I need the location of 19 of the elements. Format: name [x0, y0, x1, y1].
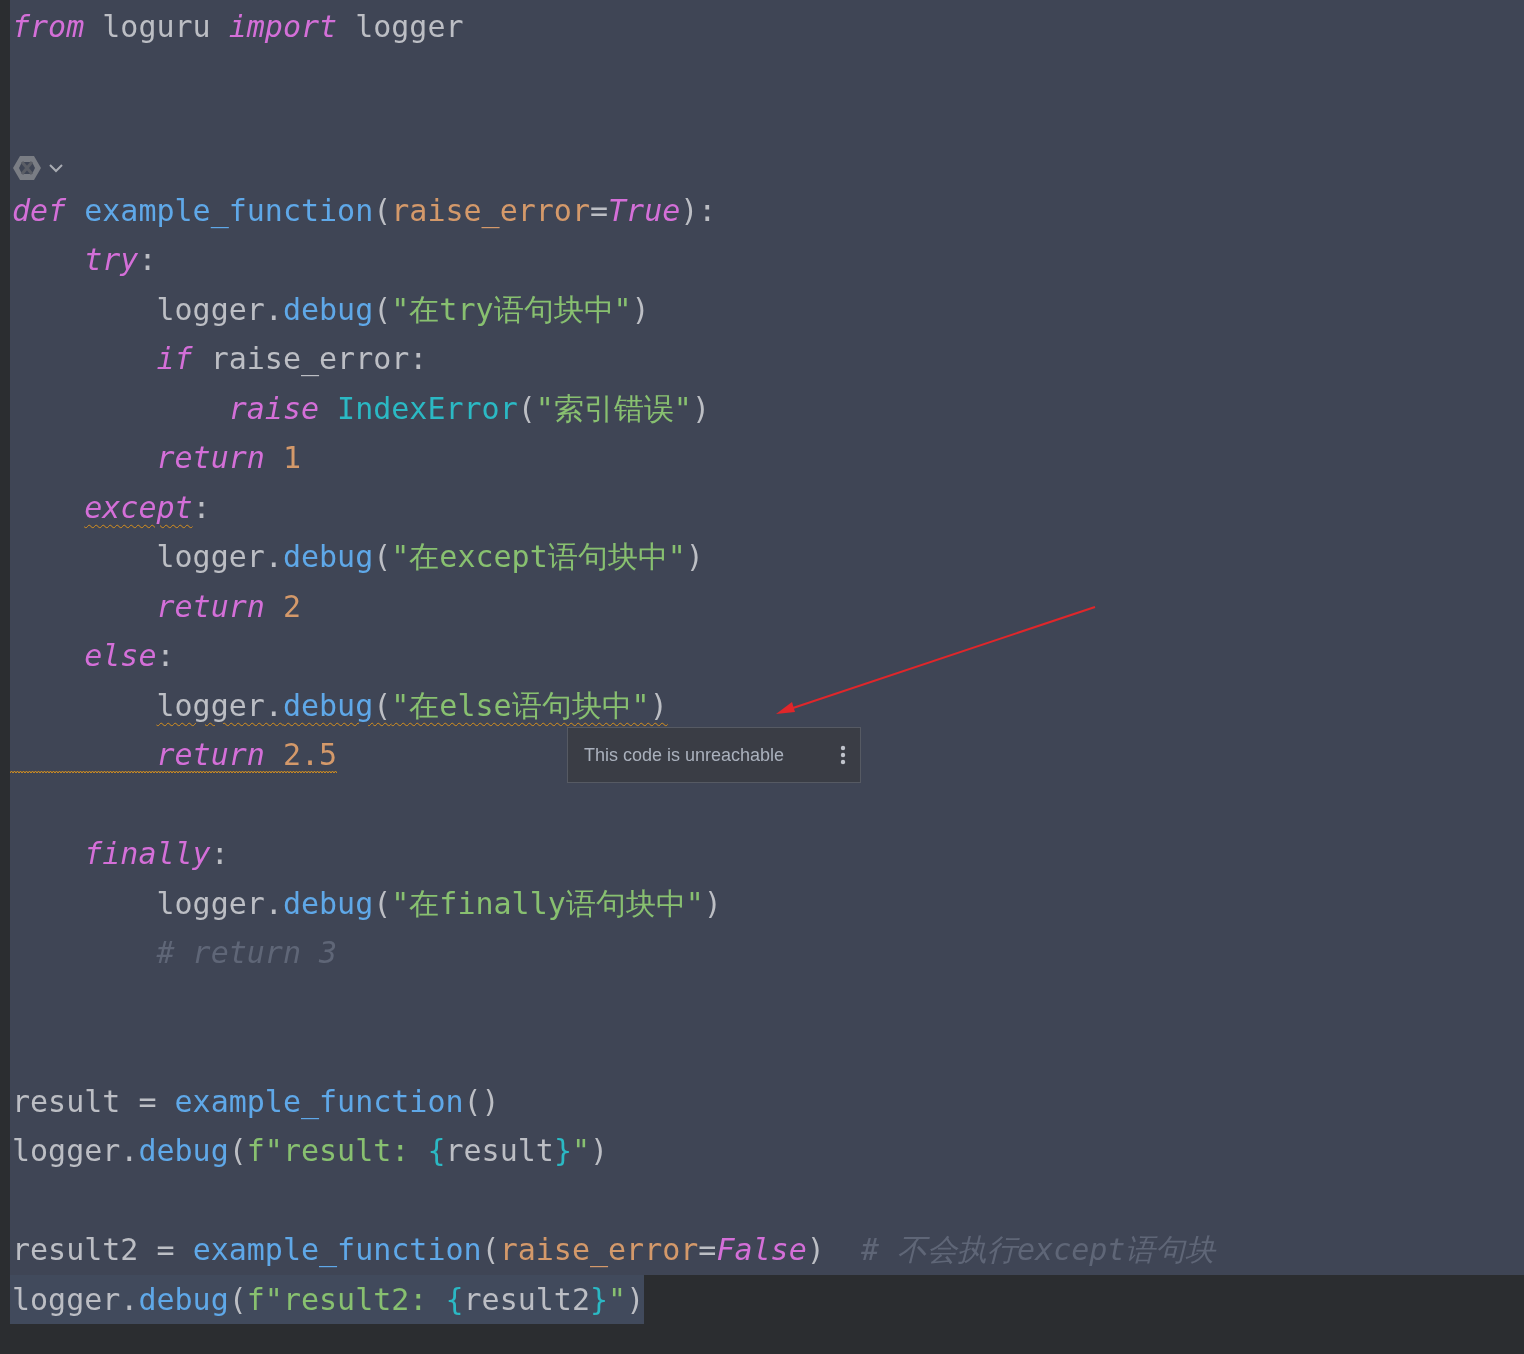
code-line: logger.debug("在except语句块中")	[155, 538, 704, 576]
code-line: try:	[83, 241, 157, 279]
code-line: return 2	[155, 587, 301, 626]
code-line: logger.debug("在else语句块中")	[155, 686, 668, 725]
code-line: logger.debug("在try语句块中")	[155, 290, 650, 329]
code-line: def example_function(raise_error=True):	[11, 191, 717, 231]
more-icon[interactable]	[840, 745, 846, 765]
code-line: from loguru import logger	[11, 8, 464, 46]
code-line: return 1	[155, 439, 301, 477]
tooltip-text: This code is unreachable	[584, 744, 785, 766]
code-line: logger.debug("在finally语句块中")	[155, 884, 722, 923]
chevron-down-icon[interactable]	[48, 163, 64, 173]
code-line: else:	[83, 637, 175, 675]
code-line: result = example_function()	[11, 1082, 500, 1122]
code-line: except:	[83, 488, 211, 527]
code-line: finally:	[83, 835, 229, 873]
code-line: raise IndexError("索引错误")	[227, 389, 710, 428]
code-line: if raise_error:	[155, 340, 428, 379]
code-line: logger.debug(f"result: {result}")	[11, 1132, 609, 1170]
